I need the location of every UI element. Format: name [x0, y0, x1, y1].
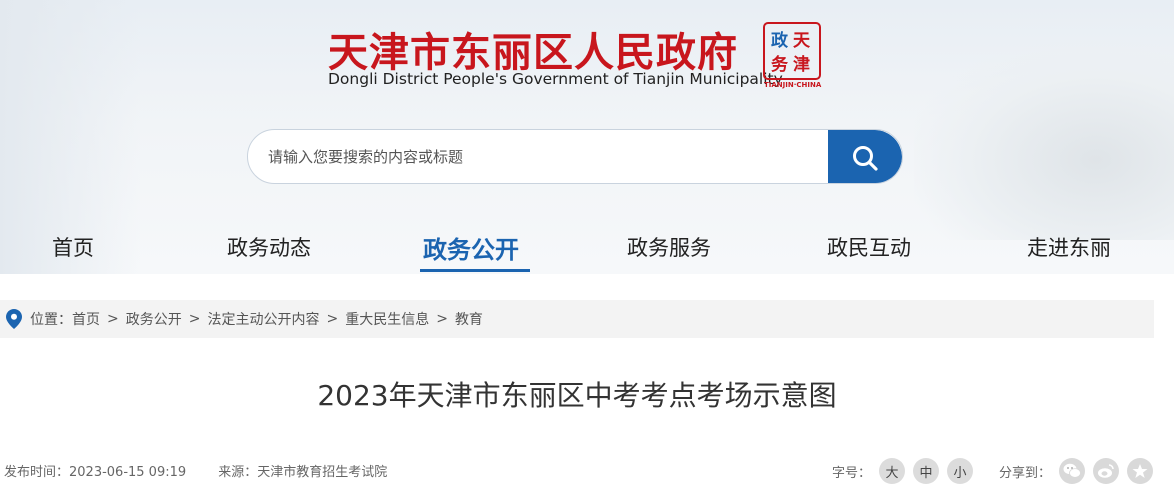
- search-bar: [247, 129, 903, 184]
- breadcrumb-separator: >: [107, 311, 119, 327]
- site-header: 天津市东丽区人民政府 Dongli District People's Gove…: [0, 0, 1174, 274]
- share-favorite-button[interactable]: [1127, 458, 1154, 484]
- breadcrumb-education[interactable]: 教育: [455, 309, 483, 329]
- breadcrumb: 位置： 首页 > 政务公开 > 法定主动公开内容 > 重大民生信息 > 教育: [0, 300, 1154, 338]
- svg-text:政: 政: [771, 30, 789, 51]
- seal-logo-icon: 政 天 务 津: [763, 22, 821, 80]
- location-pin-icon: [6, 309, 22, 329]
- breadcrumb-statutory[interactable]: 法定主动公开内容: [207, 309, 319, 329]
- star-icon: [1132, 464, 1148, 478]
- search-button[interactable]: [828, 130, 902, 183]
- nav-item-interaction[interactable]: 政民互动: [827, 232, 911, 262]
- share-wechat-button[interactable]: [1059, 458, 1086, 484]
- breadcrumb-gov-open[interactable]: 政务公开: [126, 309, 182, 329]
- svg-text:务: 务: [771, 54, 789, 75]
- breadcrumb-separator: >: [436, 311, 448, 327]
- nav-item-news[interactable]: 政务动态: [227, 232, 311, 262]
- breadcrumb-livelihood[interactable]: 重大民生信息: [345, 309, 429, 329]
- font-size-label: 字号：: [832, 465, 872, 481]
- share-weibo-button[interactable]: [1093, 458, 1120, 484]
- search-icon: [853, 145, 878, 171]
- svg-text:津: 津: [793, 54, 810, 75]
- nav-item-services[interactable]: 政务服务: [627, 232, 711, 262]
- share-label: 分享到：: [999, 465, 1052, 481]
- nav-item-home[interactable]: 首页: [52, 232, 94, 262]
- wechat-icon: [1063, 463, 1081, 478]
- article-source: 来源：天津市教育招生考试院: [218, 465, 388, 480]
- nav-item-gov-open[interactable]: 政务公开: [423, 230, 519, 265]
- font-size-small-button[interactable]: 小: [947, 458, 974, 484]
- svg-text:天: 天: [793, 31, 811, 51]
- publish-time: 发布时间：2023-06-15 09:19: [4, 465, 187, 480]
- nav-active-underline: [420, 269, 530, 272]
- article-title: 2023年天津市东丽区中考考点考场示意图: [317, 379, 837, 412]
- font-size-large-button[interactable]: 大: [879, 458, 906, 484]
- header-building-decoration: [914, 40, 1174, 240]
- main-nav: 首页 政务动态 政务公开 政务服务 政民互动 走进东丽: [0, 226, 1174, 274]
- breadcrumb-prefix: 位置：: [30, 312, 72, 328]
- article-tools: 字号： 大 中 小 分享到：: [832, 458, 1154, 484]
- site-title-en: Dongli District People's Government of T…: [328, 70, 783, 88]
- nav-item-about[interactable]: 走进东丽: [1027, 232, 1111, 262]
- font-size-medium-button[interactable]: 中: [913, 458, 940, 484]
- breadcrumb-separator: >: [326, 311, 339, 327]
- breadcrumb-separator: >: [188, 311, 201, 327]
- weibo-icon: [1098, 464, 1114, 478]
- breadcrumb-home[interactable]: 首页: [72, 309, 100, 329]
- article-meta: 发布时间：2023-06-15 09:19 来源：天津市教育招生考试院: [4, 461, 415, 480]
- search-input[interactable]: [268, 130, 808, 183]
- seal-caption: TIANJIN·CHINA: [764, 81, 822, 89]
